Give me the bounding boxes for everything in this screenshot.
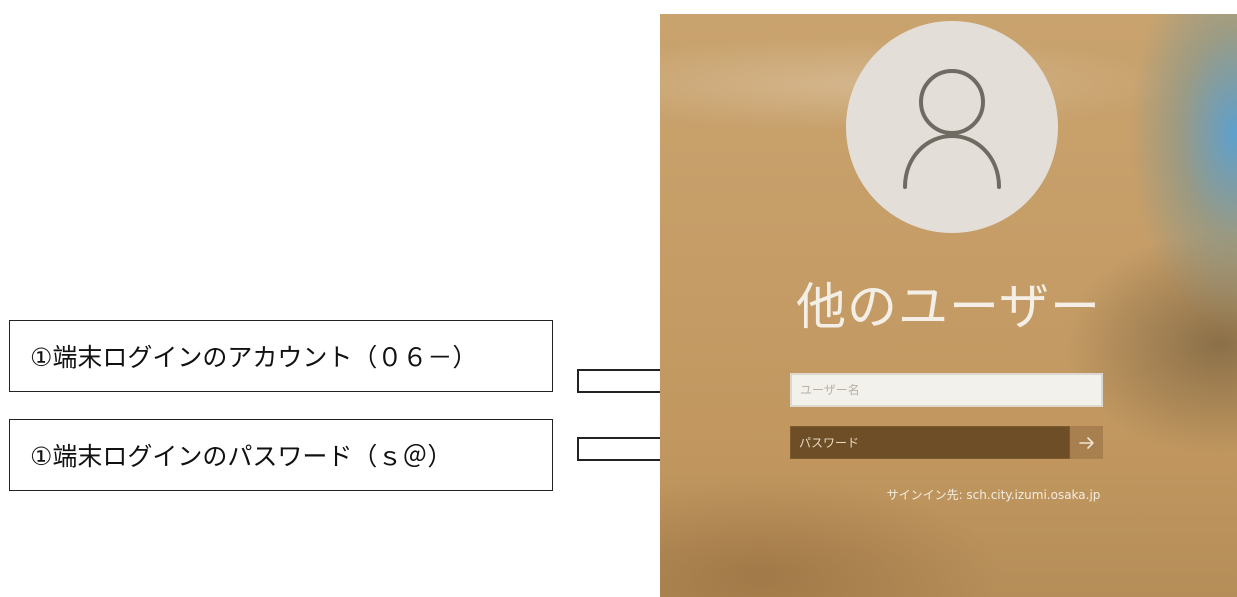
callout-account-text: ①端末ログインのアカウント（０６－） <box>30 343 478 372</box>
avatar <box>846 21 1058 233</box>
username-input[interactable] <box>790 373 1103 407</box>
user-display-name: 他のユーザー <box>796 278 1101 336</box>
submit-button[interactable] <box>1070 426 1103 459</box>
signin-domain-text: サインイン先: sch.city.izumi.osaka.jp <box>886 488 1101 502</box>
password-row <box>790 426 1103 459</box>
login-screen-photo: 他のユーザー サインイン先: sch.city.izumi.osaka.jp <box>660 14 1237 597</box>
callout-password-text: ①端末ログインのパスワード（ｓ＠） <box>30 442 453 471</box>
callout-account-label: ①端末ログインのアカウント（０６－） <box>9 320 553 392</box>
callout-password-label: ①端末ログインのパスワード（ｓ＠） <box>9 419 553 491</box>
screenshot-canvas: ①端末ログインのアカウント（０６－） ①端末ログインのパスワード（ｓ＠） 他のユ… <box>0 0 1237 597</box>
password-input[interactable] <box>790 426 1070 459</box>
user-silhouette-icon <box>903 69 1001 189</box>
arrow-right-icon <box>1078 436 1094 449</box>
